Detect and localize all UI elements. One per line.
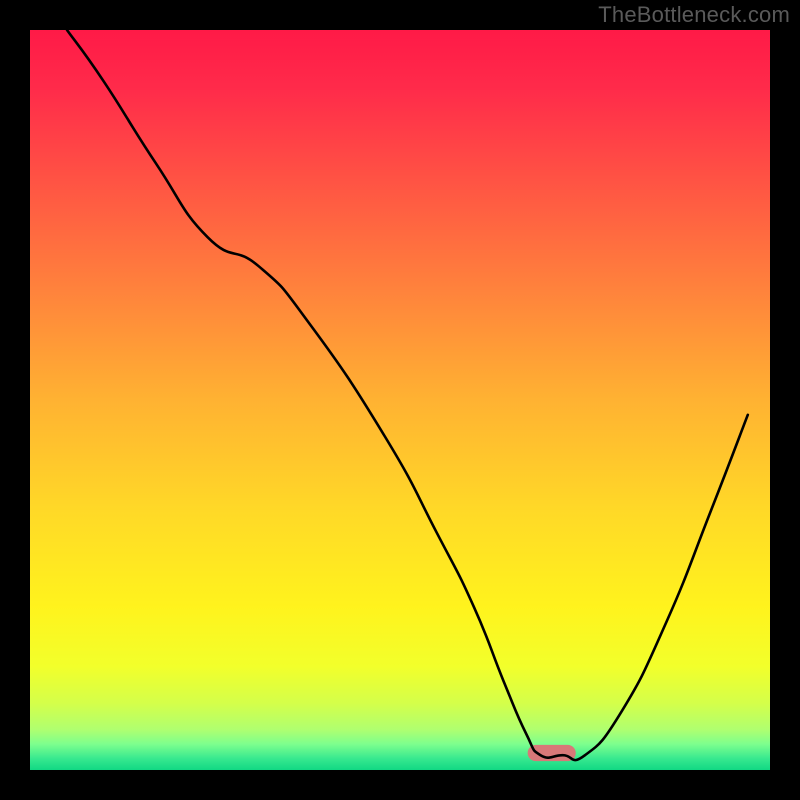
optimal-marker <box>528 745 576 761</box>
chart-frame: TheBottleneck.com <box>0 0 800 800</box>
bottleneck-chart <box>0 0 800 800</box>
watermark-text: TheBottleneck.com <box>598 2 790 28</box>
